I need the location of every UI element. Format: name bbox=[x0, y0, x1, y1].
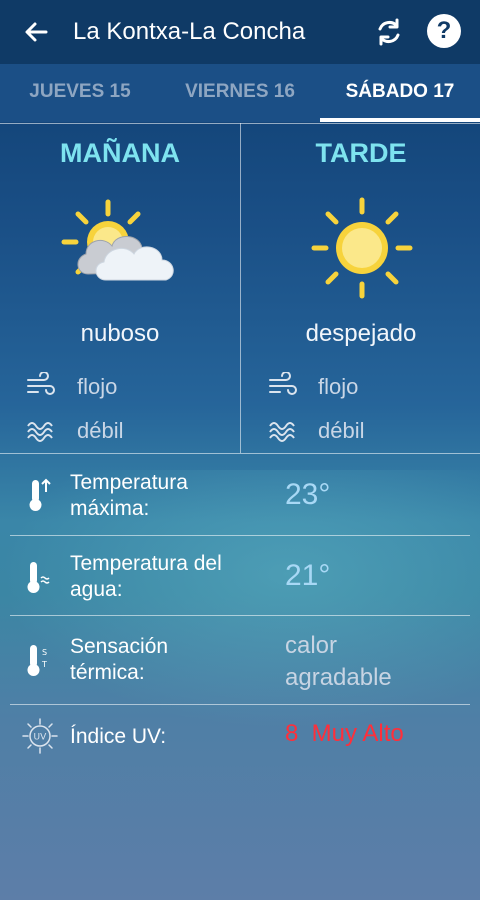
period-afternoon: TARDE bbox=[315, 138, 407, 168]
thermometer-max-icon bbox=[29, 478, 51, 511]
divider bbox=[10, 615, 470, 616]
max-temp-value: 23° bbox=[285, 478, 331, 511]
partly-cloudy-icon bbox=[61, 199, 174, 281]
feels-like-value: calor agradable bbox=[285, 632, 392, 691]
period-morning: MAÑANA bbox=[60, 138, 180, 168]
feels-like-thermometer-icon: S T bbox=[27, 645, 47, 676]
divider bbox=[0, 453, 480, 454]
divider bbox=[240, 123, 241, 453]
condition-afternoon: despejado bbox=[305, 320, 417, 347]
water-temp-value: 21° bbox=[285, 559, 331, 592]
wind-icon bbox=[27, 372, 55, 395]
arrow-left-icon[interactable] bbox=[20, 16, 52, 48]
selected-tab-indicator bbox=[320, 118, 480, 122]
wind-afternoon: flojo bbox=[318, 374, 359, 399]
max-temp-label: Temperatura máxima: bbox=[70, 471, 188, 520]
tab-friday[interactable]: VIERNES 16 bbox=[160, 64, 320, 122]
condition-morning: nuboso bbox=[80, 320, 160, 347]
tab-thursday[interactable]: JUEVES 15 bbox=[0, 64, 160, 122]
water-thermometer-icon bbox=[27, 562, 50, 593]
wind-icon bbox=[269, 372, 297, 395]
feels-like-label: Sensación térmica: bbox=[70, 635, 169, 684]
refresh-icon[interactable] bbox=[373, 16, 405, 48]
day-tabs: JUEVES 15 VIERNES 16 SÁBADO 17 bbox=[0, 64, 480, 122]
divider bbox=[10, 704, 470, 705]
svg-text:UV: UV bbox=[34, 733, 48, 743]
tab-saturday[interactable]: SÁBADO 17 bbox=[320, 64, 480, 122]
help-button[interactable]: ? bbox=[427, 14, 461, 48]
svg-text:T: T bbox=[41, 660, 47, 669]
waves-afternoon: débil bbox=[318, 418, 365, 443]
water-temp-label: Temperatura del agua: bbox=[70, 552, 222, 601]
uv-label: Índice UV: bbox=[70, 725, 167, 748]
uv-sun-icon: UV bbox=[22, 718, 58, 754]
svg-text:S: S bbox=[42, 648, 47, 657]
uv-value: 8 Muy Alto bbox=[285, 720, 404, 747]
page-title: La Kontxa-La Concha bbox=[73, 18, 306, 45]
waves-icon bbox=[269, 422, 295, 442]
sun-icon bbox=[311, 197, 413, 299]
divider bbox=[10, 535, 470, 536]
wind-morning: flojo bbox=[77, 374, 118, 399]
app-bar: La Kontxa-La Concha ? bbox=[0, 0, 480, 64]
waves-morning: débil bbox=[77, 418, 124, 443]
waves-icon bbox=[27, 422, 53, 442]
